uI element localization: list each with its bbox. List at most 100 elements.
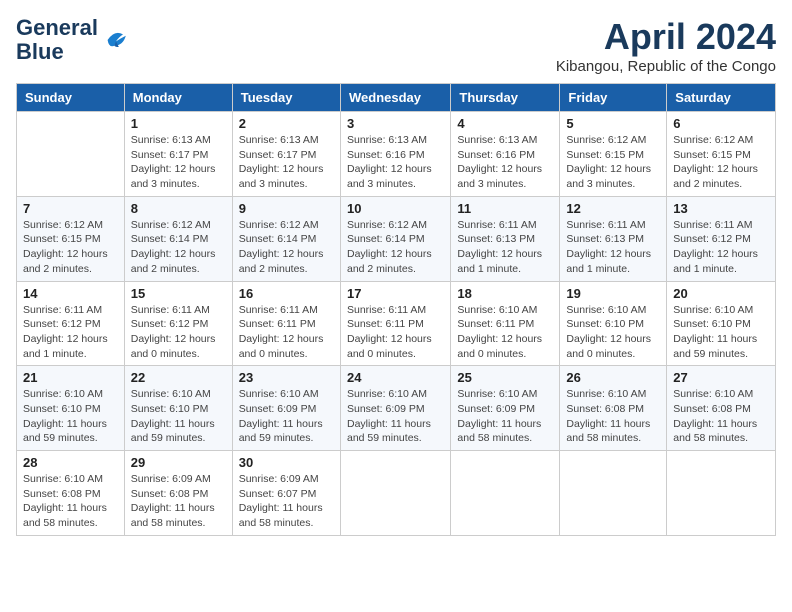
day-number: 3 (347, 116, 444, 131)
calendar-cell: 1 Sunrise: 6:13 AM Sunset: 6:17 PM Daylig… (124, 112, 232, 197)
weekday-header-thursday: Thursday (451, 84, 560, 112)
calendar-header-row: SundayMondayTuesdayWednesdayThursdayFrid… (17, 84, 776, 112)
weekday-header-saturday: Saturday (667, 84, 776, 112)
day-number: 30 (239, 455, 334, 470)
day-number: 19 (566, 286, 660, 301)
day-number: 28 (23, 455, 118, 470)
day-info: Sunrise: 6:10 AM Sunset: 6:10 PM Dayligh… (131, 387, 226, 446)
day-number: 7 (23, 201, 118, 216)
calendar-cell: 8Sunrise: 6:12 AM Sunset: 6:14 PM Daylig… (124, 196, 232, 281)
day-number: 10 (347, 201, 444, 216)
day-info: Sunrise: 6:10 AM Sunset: 6:08 PM Dayligh… (566, 387, 660, 446)
day-number: 4 (457, 116, 553, 131)
calendar-cell: 21 Sunrise: 6:10 AM Sunset: 6:10 PM Dayli… (17, 366, 125, 451)
day-number: 20 (673, 286, 769, 301)
calendar-cell: 9Sunrise: 6:12 AM Sunset: 6:14 PM Daylig… (232, 196, 340, 281)
day-info: Sunrise: 6:10 AM Sunset: 6:09 PM Dayligh… (347, 387, 444, 446)
logo: General Blue (16, 16, 130, 64)
title-block: April 2024 Kibangou, Republic of the Con… (556, 16, 776, 75)
location-subtitle: Kibangou, Republic of the Congo (556, 58, 776, 75)
day-info: Sunrise: 6:09 AM Sunset: 6:08 PM Dayligh… (131, 472, 226, 531)
calendar-cell (560, 451, 667, 536)
day-number: 12 (566, 201, 660, 216)
calendar-cell: 15Sunrise: 6:11 AM Sunset: 6:12 PM Dayli… (124, 281, 232, 366)
calendar-cell: 20 Sunrise: 6:10 AM Sunset: 6:10 PM Dayli… (667, 281, 776, 366)
calendar-cell: 23 Sunrise: 6:10 AM Sunset: 6:09 PM Dayli… (232, 366, 340, 451)
calendar-table: SundayMondayTuesdayWednesdayThursdayFrid… (16, 83, 776, 536)
calendar-cell: 16 Sunrise: 6:11 AM Sunset: 6:11 PM Dayli… (232, 281, 340, 366)
day-number: 9 (239, 201, 334, 216)
day-info: Sunrise: 6:10 AM Sunset: 6:11 PM Dayligh… (457, 303, 553, 362)
day-info: Sunrise: 6:13 AM Sunset: 6:16 PM Dayligh… (347, 133, 444, 192)
day-info: Sunrise: 6:13 AM Sunset: 6:17 PM Dayligh… (239, 133, 334, 192)
day-info: Sunrise: 6:11 AM Sunset: 6:11 PM Dayligh… (347, 303, 444, 362)
calendar-cell: 2 Sunrise: 6:13 AM Sunset: 6:17 PM Daylig… (232, 112, 340, 197)
day-number: 27 (673, 370, 769, 385)
day-info: Sunrise: 6:09 AM Sunset: 6:07 PM Dayligh… (239, 472, 334, 531)
calendar-cell: 29 Sunrise: 6:09 AM Sunset: 6:08 PM Dayli… (124, 451, 232, 536)
calendar-cell (451, 451, 560, 536)
day-info: Sunrise: 6:12 AM Sunset: 6:15 PM Dayligh… (23, 218, 118, 277)
day-number: 8 (131, 201, 226, 216)
calendar-cell: 13 Sunrise: 6:11 AM Sunset: 6:12 PM Dayli… (667, 196, 776, 281)
day-info: Sunrise: 6:11 AM Sunset: 6:13 PM Dayligh… (457, 218, 553, 277)
day-info: Sunrise: 6:13 AM Sunset: 6:16 PM Dayligh… (457, 133, 553, 192)
day-number: 18 (457, 286, 553, 301)
calendar-cell (340, 451, 450, 536)
day-info: Sunrise: 6:11 AM Sunset: 6:13 PM Dayligh… (566, 218, 660, 277)
day-number: 16 (239, 286, 334, 301)
day-info: Sunrise: 6:10 AM Sunset: 6:08 PM Dayligh… (673, 387, 769, 446)
calendar-cell: 17 Sunrise: 6:11 AM Sunset: 6:11 PM Dayli… (340, 281, 450, 366)
day-number: 17 (347, 286, 444, 301)
calendar-week-2: 7 Sunrise: 6:12 AM Sunset: 6:15 PM Daylig… (17, 196, 776, 281)
weekday-header-sunday: Sunday (17, 84, 125, 112)
calendar-cell: 6Sunrise: 6:12 AM Sunset: 6:15 PM Daylig… (667, 112, 776, 197)
calendar-week-1: 1 Sunrise: 6:13 AM Sunset: 6:17 PM Daylig… (17, 112, 776, 197)
calendar-cell: 19Sunrise: 6:10 AM Sunset: 6:10 PM Dayli… (560, 281, 667, 366)
day-number: 23 (239, 370, 334, 385)
logo-bird-icon (102, 26, 130, 54)
calendar-cell: 28 Sunrise: 6:10 AM Sunset: 6:08 PM Dayli… (17, 451, 125, 536)
day-number: 1 (131, 116, 226, 131)
weekday-header-friday: Friday (560, 84, 667, 112)
calendar-cell: 18 Sunrise: 6:10 AM Sunset: 6:11 PM Dayli… (451, 281, 560, 366)
day-info: Sunrise: 6:13 AM Sunset: 6:17 PM Dayligh… (131, 133, 226, 192)
day-number: 22 (131, 370, 226, 385)
calendar-cell: 22 Sunrise: 6:10 AM Sunset: 6:10 PM Dayli… (124, 366, 232, 451)
day-info: Sunrise: 6:11 AM Sunset: 6:12 PM Dayligh… (23, 303, 118, 362)
calendar-cell: 4 Sunrise: 6:13 AM Sunset: 6:16 PM Daylig… (451, 112, 560, 197)
calendar-cell: 14 Sunrise: 6:11 AM Sunset: 6:12 PM Dayli… (17, 281, 125, 366)
calendar-cell: 12 Sunrise: 6:11 AM Sunset: 6:13 PM Dayli… (560, 196, 667, 281)
calendar-cell: 3 Sunrise: 6:13 AM Sunset: 6:16 PM Daylig… (340, 112, 450, 197)
day-info: Sunrise: 6:12 AM Sunset: 6:15 PM Dayligh… (673, 133, 769, 192)
day-info: Sunrise: 6:10 AM Sunset: 6:09 PM Dayligh… (457, 387, 553, 446)
day-info: Sunrise: 6:10 AM Sunset: 6:08 PM Dayligh… (23, 472, 118, 531)
calendar-body: 1 Sunrise: 6:13 AM Sunset: 6:17 PM Daylig… (17, 112, 776, 536)
day-number: 24 (347, 370, 444, 385)
day-info: Sunrise: 6:10 AM Sunset: 6:10 PM Dayligh… (23, 387, 118, 446)
day-number: 14 (23, 286, 118, 301)
day-number: 25 (457, 370, 553, 385)
day-number: 29 (131, 455, 226, 470)
calendar-cell: 26Sunrise: 6:10 AM Sunset: 6:08 PM Dayli… (560, 366, 667, 451)
calendar-cell: 11Sunrise: 6:11 AM Sunset: 6:13 PM Dayli… (451, 196, 560, 281)
day-number: 21 (23, 370, 118, 385)
calendar-week-5: 28 Sunrise: 6:10 AM Sunset: 6:08 PM Dayli… (17, 451, 776, 536)
day-number: 13 (673, 201, 769, 216)
calendar-cell: 24 Sunrise: 6:10 AM Sunset: 6:09 PM Dayli… (340, 366, 450, 451)
month-title: April 2024 (556, 16, 776, 58)
calendar-cell: 5Sunrise: 6:12 AM Sunset: 6:15 PM Daylig… (560, 112, 667, 197)
page-header: General Blue April 2024 Kibangou, Republ… (16, 16, 776, 75)
day-info: Sunrise: 6:10 AM Sunset: 6:10 PM Dayligh… (673, 303, 769, 362)
day-info: Sunrise: 6:11 AM Sunset: 6:11 PM Dayligh… (239, 303, 334, 362)
calendar-cell: 10 Sunrise: 6:12 AM Sunset: 6:14 PM Dayli… (340, 196, 450, 281)
calendar-cell: 25 Sunrise: 6:10 AM Sunset: 6:09 PM Dayli… (451, 366, 560, 451)
weekday-header-monday: Monday (124, 84, 232, 112)
day-info: Sunrise: 6:11 AM Sunset: 6:12 PM Dayligh… (673, 218, 769, 277)
day-info: Sunrise: 6:12 AM Sunset: 6:14 PM Dayligh… (347, 218, 444, 277)
day-info: Sunrise: 6:10 AM Sunset: 6:09 PM Dayligh… (239, 387, 334, 446)
weekday-header-wednesday: Wednesday (340, 84, 450, 112)
day-number: 2 (239, 116, 334, 131)
calendar-week-3: 14 Sunrise: 6:11 AM Sunset: 6:12 PM Dayli… (17, 281, 776, 366)
weekday-header-tuesday: Tuesday (232, 84, 340, 112)
